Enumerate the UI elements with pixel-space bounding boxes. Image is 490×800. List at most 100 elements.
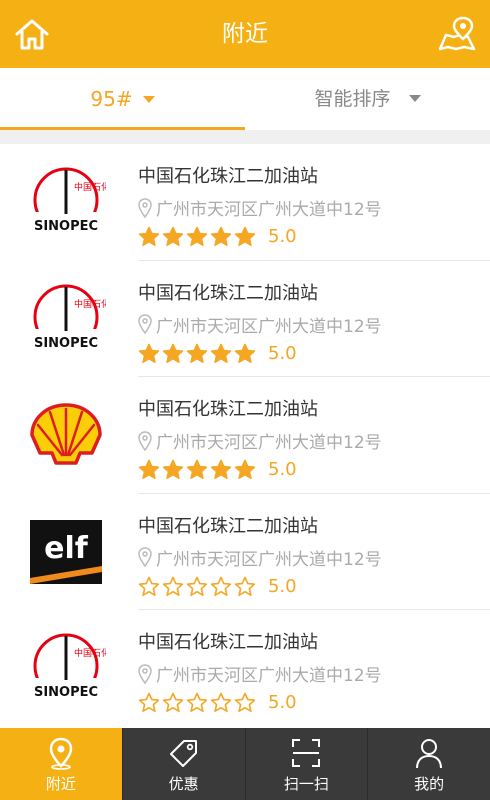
shell-logo bbox=[30, 403, 102, 465]
location-pin-icon bbox=[49, 737, 73, 770]
location-pin-icon bbox=[138, 430, 152, 451]
tab-label: 我的 bbox=[414, 775, 445, 793]
tab-nearby[interactable]: 附近 bbox=[0, 728, 122, 800]
map-icon[interactable] bbox=[438, 15, 476, 53]
star-empty-icon bbox=[234, 692, 256, 712]
sinopec-logo: 中国石化 SINOPEC bbox=[32, 284, 106, 351]
star-filled-icon bbox=[234, 343, 256, 363]
star-filled-icon bbox=[162, 459, 184, 479]
tag-icon bbox=[169, 740, 197, 767]
station-address-row: 广州市天河区广州大道中12号 bbox=[138, 195, 382, 220]
sinopec-cn-text: 中国石化 bbox=[74, 647, 106, 659]
elf-logo: elf bbox=[30, 519, 102, 584]
location-pin-icon bbox=[138, 197, 152, 218]
station-address: 广州市天河区广州大道中12号 bbox=[156, 666, 382, 686]
star-empty-icon bbox=[162, 576, 184, 596]
star-empty-icon bbox=[186, 692, 208, 712]
star-empty-icon bbox=[210, 576, 232, 596]
star-rating bbox=[138, 576, 258, 597]
star-filled-icon bbox=[186, 226, 208, 246]
caret-down-icon bbox=[408, 94, 421, 102]
star-rating bbox=[138, 343, 258, 364]
location-pin-icon bbox=[138, 663, 152, 684]
star-empty-icon bbox=[234, 576, 256, 596]
tab-label: 优惠 bbox=[168, 775, 199, 793]
station-score: 5.0 bbox=[268, 459, 297, 480]
sinopec-text: SINOPEC bbox=[34, 685, 98, 700]
star-rating bbox=[138, 459, 258, 480]
sinopec-logo: 中国石化 SINOPEC bbox=[32, 167, 106, 234]
station-item[interactable]: 中国石化珠江二加油站 广州市天河区广州大道中12号 5.0 bbox=[0, 377, 490, 494]
star-rating bbox=[138, 226, 258, 247]
station-address-row: 广州市天河区广州大道中12号 bbox=[138, 428, 382, 453]
caret-down-icon bbox=[142, 95, 155, 103]
tab-mine[interactable]: 我的 bbox=[367, 728, 490, 800]
star-empty-icon bbox=[138, 692, 160, 712]
station-item[interactable]: 中国石化 SINOPEC 中国石化珠江二加油站 广州市天河区广州大道中12号 5… bbox=[0, 610, 490, 727]
station-item[interactable]: 中国石化 SINOPEC 中国石化珠江二加油站 广州市天河区广州大道中12号 5… bbox=[0, 144, 490, 261]
star-empty-icon bbox=[138, 576, 160, 596]
station-item[interactable]: 中国石化 SINOPEC 中国石化珠江二加油站 广州市天河区广州大道中12号 5… bbox=[0, 261, 490, 377]
star-filled-icon bbox=[138, 343, 160, 363]
tab-label: 附近 bbox=[45, 775, 76, 793]
page-title: 附近 bbox=[222, 21, 268, 47]
station-score: 5.0 bbox=[268, 692, 297, 713]
station-item[interactable]: elf 中国石化珠江二加油站 广州市天河区广州大道中12号 5.0 bbox=[0, 494, 490, 610]
tab-deals[interactable]: 优惠 bbox=[121, 728, 245, 800]
header-bar: 附近 bbox=[0, 0, 490, 68]
location-pin-icon bbox=[138, 547, 152, 567]
station-list: 中国石化 SINOPEC 中国石化珠江二加油站 广州市天河区广州大道中12号 5… bbox=[0, 144, 490, 728]
sinopec-logo: 中国石化 SINOPEC bbox=[32, 633, 106, 700]
star-empty-icon bbox=[162, 692, 184, 712]
sinopec-cn-text: 中国石化 bbox=[74, 181, 106, 193]
filter-bar: 95# 智能排序 bbox=[0, 68, 490, 130]
station-address: 广州市天河区广州大道中12号 bbox=[156, 433, 382, 453]
station-address-row: 广州市天河区广州大道中12号 bbox=[138, 661, 382, 686]
section-divider bbox=[0, 130, 490, 144]
station-name: 中国石化珠江二加油站 bbox=[138, 632, 318, 653]
station-name: 中国石化珠江二加油站 bbox=[138, 282, 318, 304]
sinopec-text: SINOPEC bbox=[34, 219, 98, 234]
scan-icon bbox=[292, 739, 321, 767]
star-filled-icon bbox=[210, 343, 232, 363]
station-rating: 5.0 bbox=[138, 459, 297, 481]
tab-label: 扫一扫 bbox=[283, 775, 329, 793]
station-address-row: 广州市天河区广州大道中12号 bbox=[138, 312, 382, 337]
station-address: 广州市天河区广州大道中12号 bbox=[156, 200, 382, 220]
sort-dropdown[interactable]: 智能排序 bbox=[245, 68, 490, 130]
fuel-type-label: 95# bbox=[90, 87, 133, 111]
star-filled-icon bbox=[186, 459, 208, 479]
star-filled-icon bbox=[210, 226, 232, 246]
station-name: 中国石化珠江二加油站 bbox=[138, 515, 318, 537]
star-filled-icon bbox=[234, 459, 256, 479]
station-address-row: 广州市天河区广州大道中12号 bbox=[138, 545, 382, 570]
star-filled-icon bbox=[162, 226, 184, 246]
elf-text: elf bbox=[44, 531, 89, 566]
sort-label: 智能排序 bbox=[314, 88, 391, 110]
station-name: 中国石化珠江二加油站 bbox=[138, 399, 318, 420]
station-rating: 5.0 bbox=[138, 576, 297, 598]
sinopec-text: SINOPEC bbox=[34, 336, 98, 351]
star-empty-icon bbox=[186, 576, 208, 596]
station-name: 中国石化珠江二加油站 bbox=[138, 166, 318, 187]
station-rating: 5.0 bbox=[138, 226, 297, 248]
sinopec-cn-text: 中国石化 bbox=[74, 298, 106, 310]
star-filled-icon bbox=[162, 343, 184, 363]
star-rating bbox=[138, 692, 258, 713]
station-rating: 5.0 bbox=[138, 692, 297, 714]
star-empty-icon bbox=[210, 692, 232, 712]
tab-scan[interactable]: 扫一扫 bbox=[244, 728, 368, 800]
star-filled-icon bbox=[210, 459, 232, 479]
location-pin-icon bbox=[138, 314, 152, 334]
station-address: 广州市天河区广州大道中12号 bbox=[156, 549, 382, 570]
star-filled-icon bbox=[138, 459, 160, 479]
station-rating: 5.0 bbox=[138, 343, 297, 365]
station-address: 广州市天河区广州大道中12号 bbox=[156, 316, 382, 337]
star-filled-icon bbox=[138, 226, 160, 246]
bottom-nav: 附近 优惠 扫一扫 我的 bbox=[0, 728, 490, 800]
station-score: 5.0 bbox=[268, 342, 297, 364]
fuel-type-dropdown[interactable]: 95# bbox=[0, 68, 245, 130]
user-icon bbox=[416, 739, 443, 769]
star-filled-icon bbox=[186, 343, 208, 363]
station-score: 5.0 bbox=[268, 226, 297, 247]
